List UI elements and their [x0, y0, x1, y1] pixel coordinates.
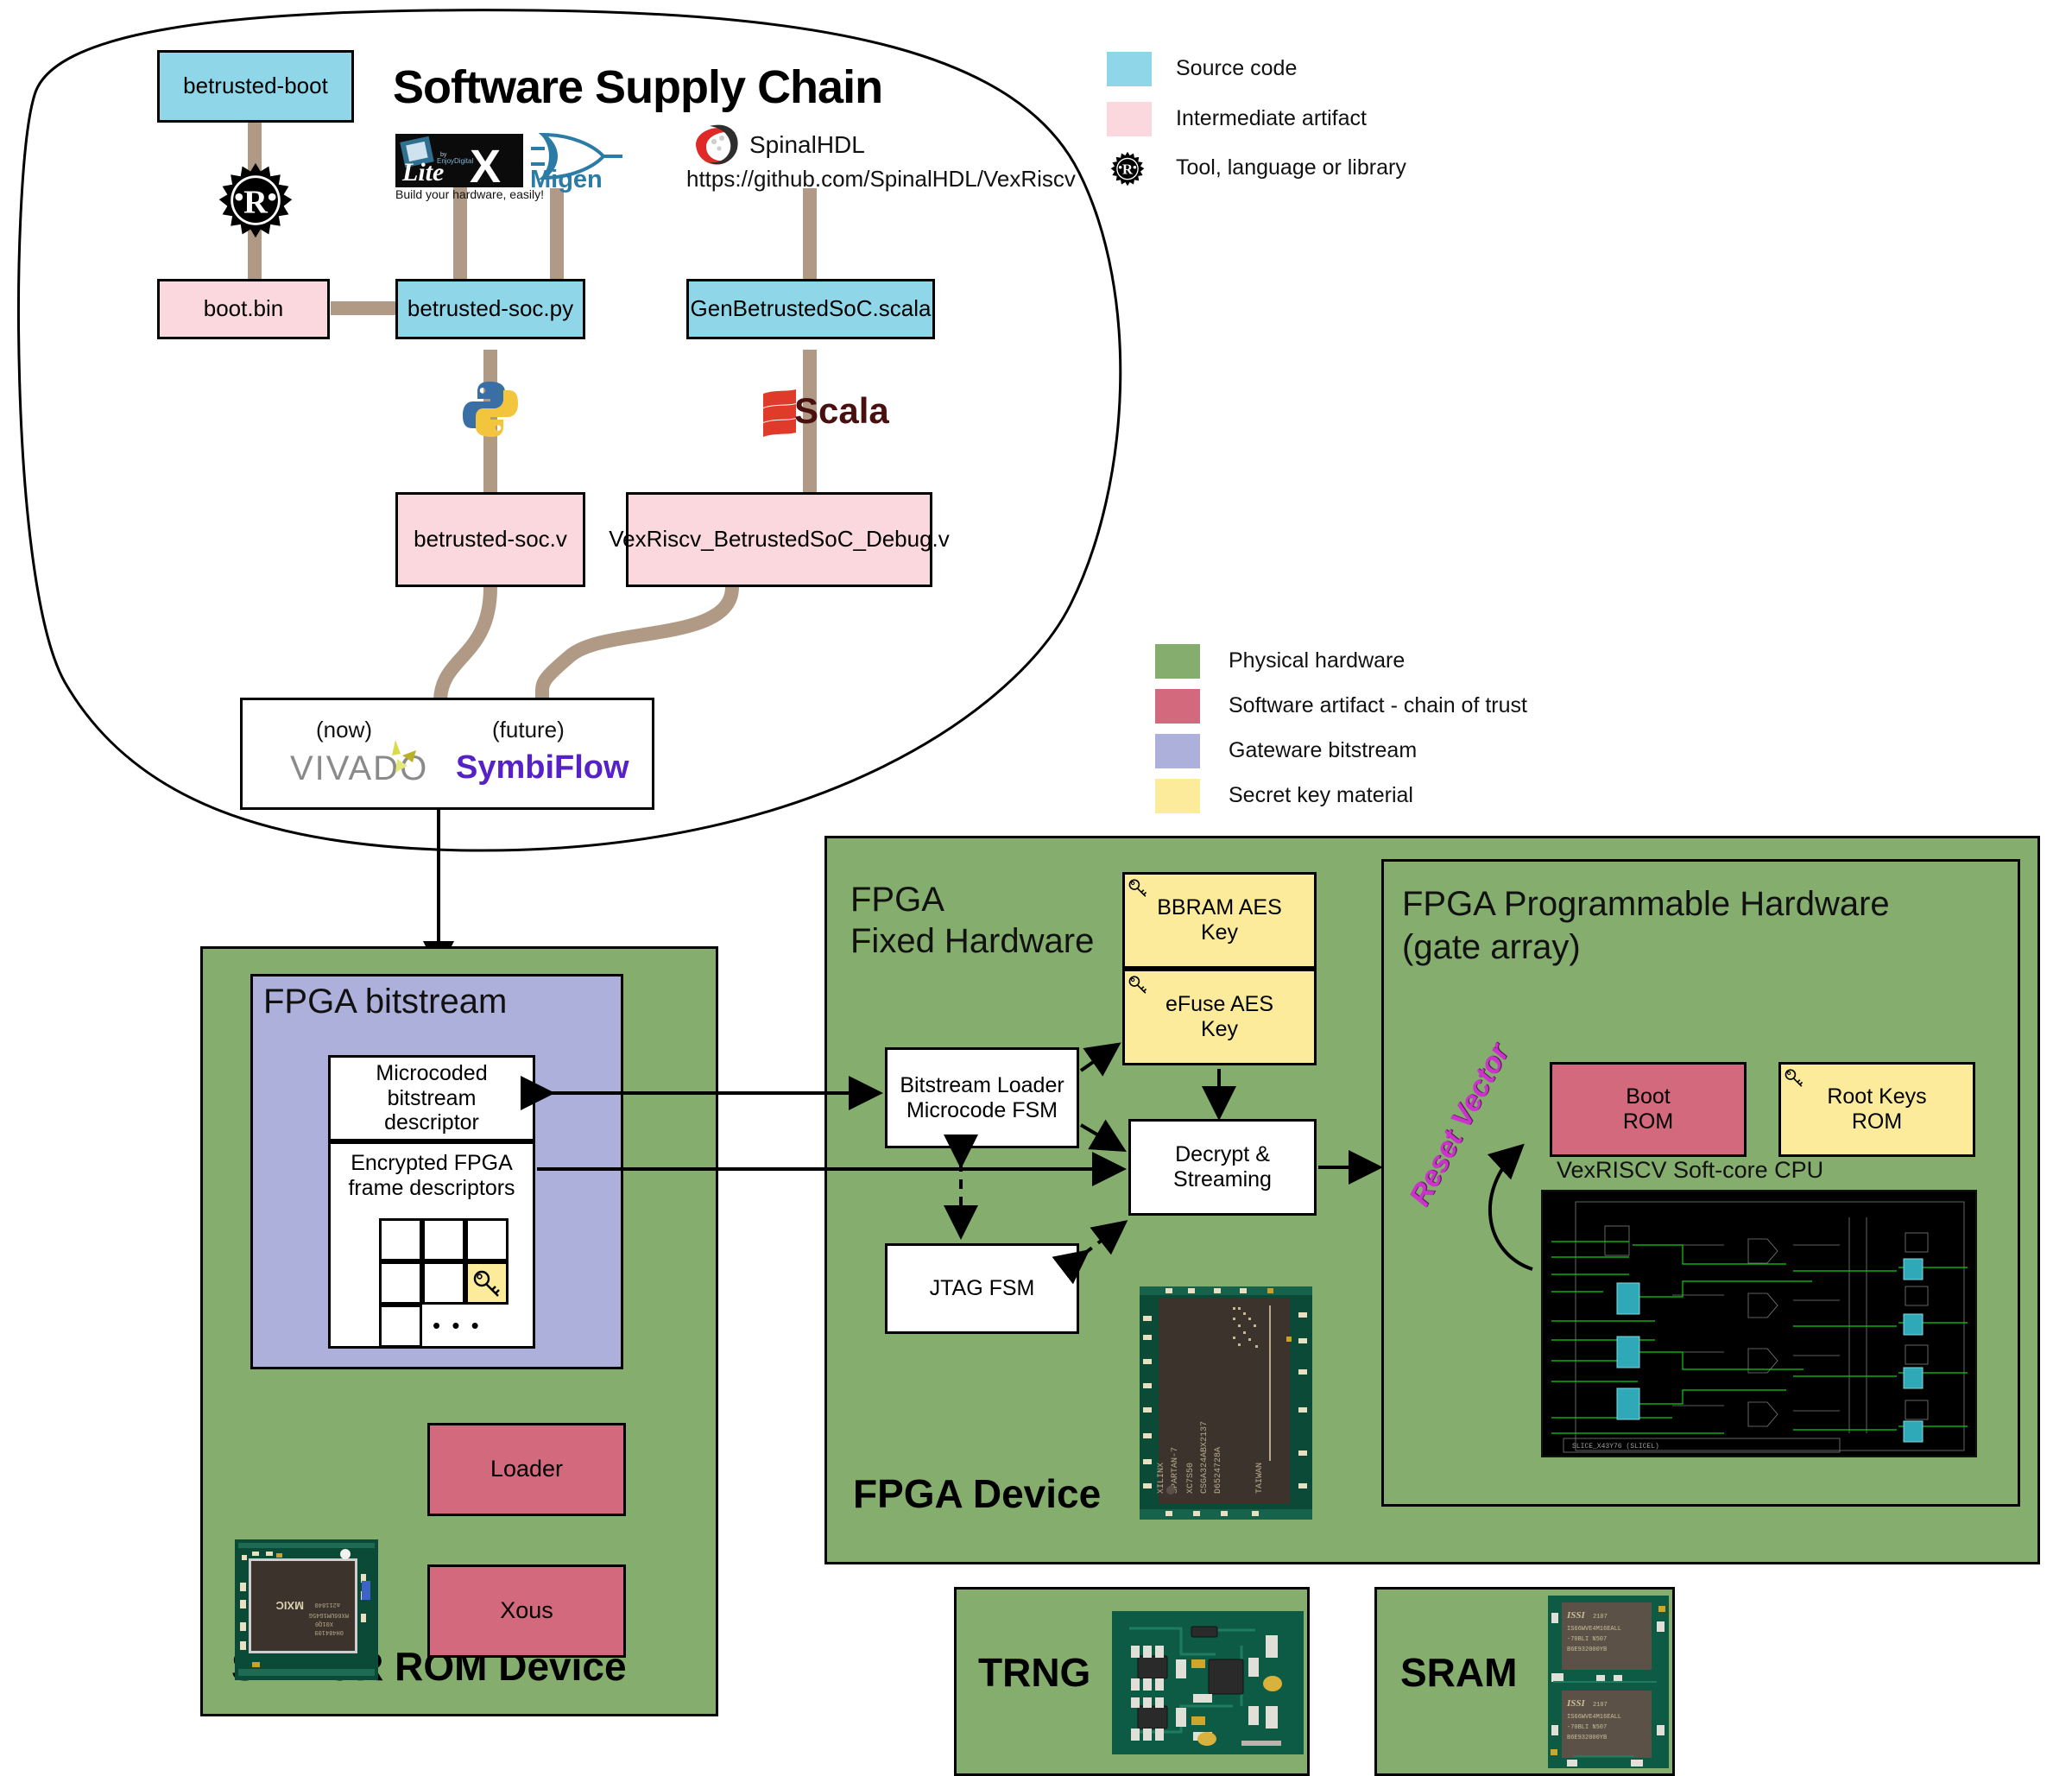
svg-text:2107: 2107 — [1593, 1614, 1608, 1621]
svg-text:2107: 2107 — [1593, 1702, 1608, 1709]
svg-text:IS66WVE4M16EALL: IS66WVE4M16EALL — [1567, 1714, 1621, 1721]
arrow-jtag-decrypt-dashed — [1052, 1220, 1128, 1285]
fpga-arrows-svg — [521, 1042, 1533, 1285]
trng-photo — [1112, 1611, 1304, 1754]
svg-text:ISSI: ISSI — [1566, 1698, 1586, 1709]
svg-text:B6E932000YB: B6E932000YB — [1567, 1646, 1607, 1653]
arrow-loader-to-decrypt — [1079, 1119, 1127, 1153]
sram-title: SRAM — [1400, 1650, 1518, 1695]
arrow-reset-vector — [1487, 1143, 1533, 1271]
svg-text:ISSI: ISSI — [1566, 1610, 1586, 1621]
sram-photo: ISSI ISSI 2107 IS66WVE4M16EALL -70BLI N507… — [1548, 1596, 1669, 1768]
svg-text:-70BLI N507: -70BLI N507 — [1567, 1724, 1607, 1731]
arrow-loader-to-efuse — [1079, 1042, 1121, 1077]
trng-title: TRNG — [978, 1650, 1091, 1695]
svg-text:-70BLI N507: -70BLI N507 — [1567, 1636, 1607, 1643]
svg-text:IS66WVE4M16EALL: IS66WVE4M16EALL — [1567, 1626, 1621, 1633]
svg-text:B6E932000YB: B6E932000YB — [1567, 1735, 1607, 1741]
diagram-canvas: Software Supply Chain betrusted-boot boo… — [0, 0, 2072, 1776]
